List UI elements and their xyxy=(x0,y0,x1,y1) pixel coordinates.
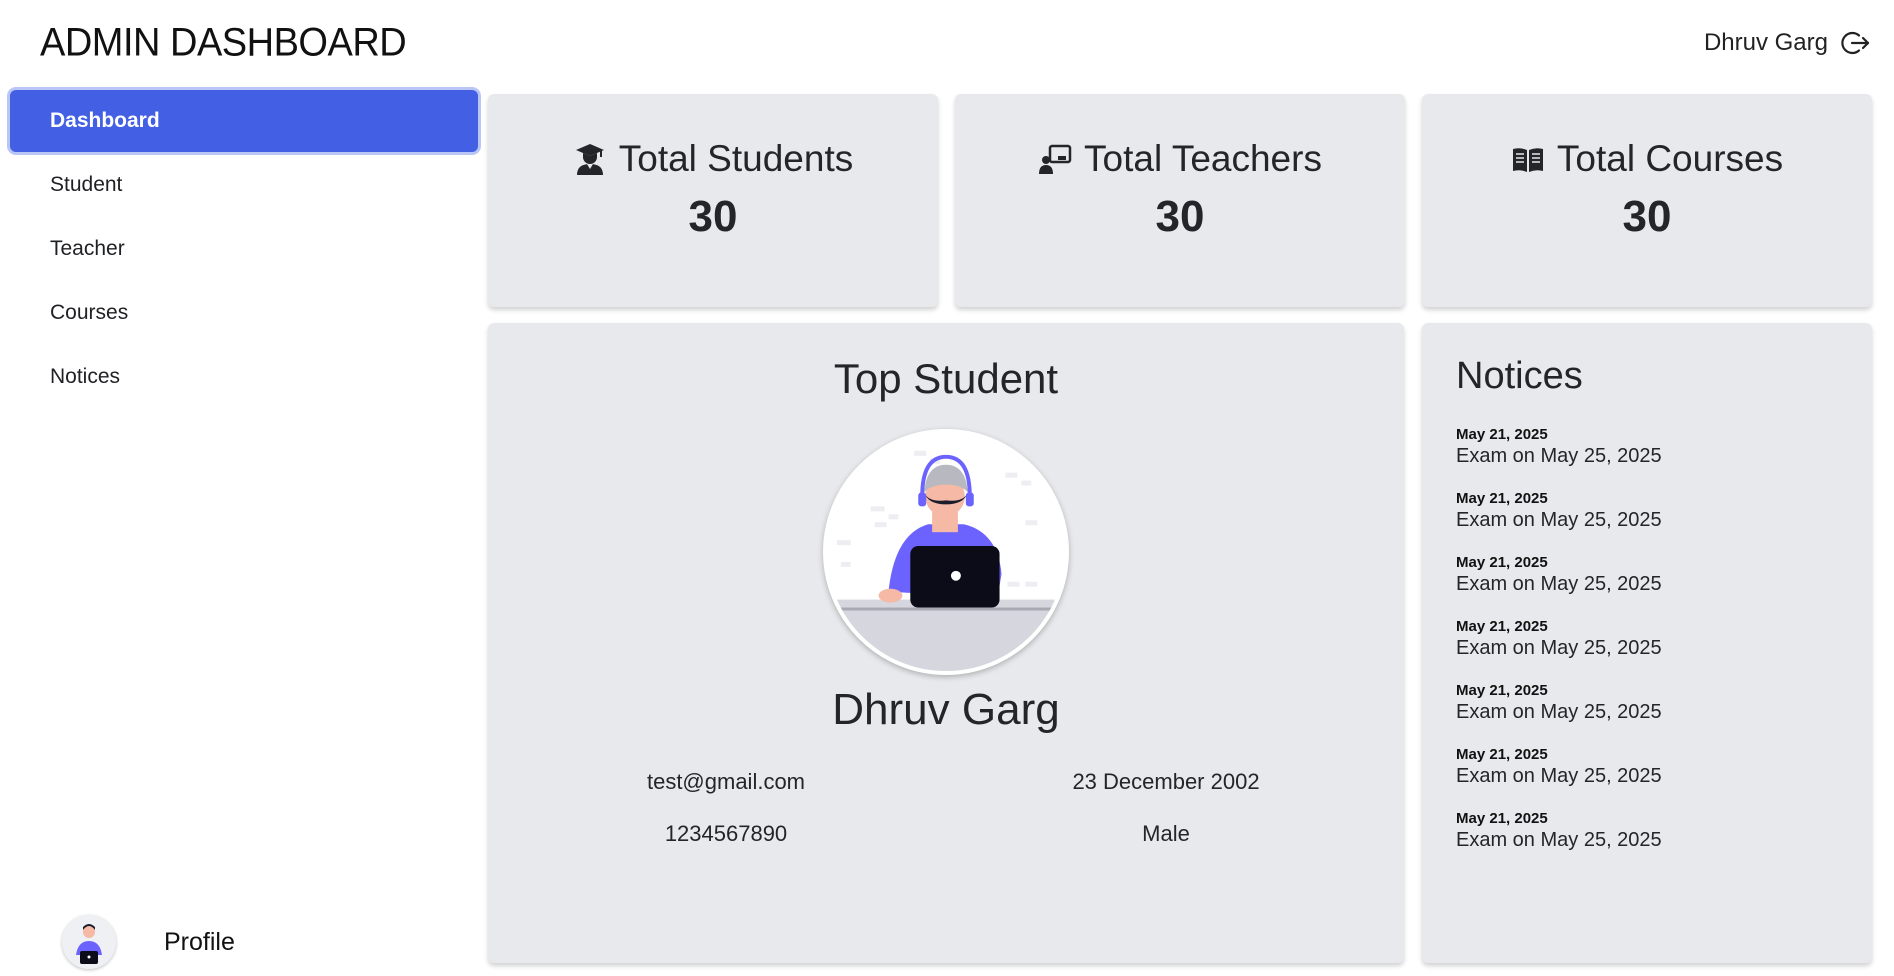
notice-item: May 21, 2025 Exam on May 25, 2025 xyxy=(1456,682,1872,724)
logout-icon[interactable] xyxy=(1840,28,1870,58)
user-name: Dhruv Garg xyxy=(1703,29,1828,56)
user-menu: Dhruv Garg xyxy=(1704,28,1870,58)
notice-date: May 21, 2025 xyxy=(1456,810,1548,827)
stat-value: 30 xyxy=(688,192,738,241)
student-gender: Male xyxy=(1142,821,1190,846)
notice-date: May 21, 2025 xyxy=(1456,682,1548,699)
student-phone: 1234567890 xyxy=(664,821,788,846)
stat-value: 30 xyxy=(1622,192,1672,241)
app-title: ADMIN DASHBOARD xyxy=(40,20,407,66)
sidebar-item-teacher[interactable]: Teacher xyxy=(10,218,478,280)
student-dob: 23 December 2002 xyxy=(1072,769,1260,794)
sidebar-item-student[interactable]: Student xyxy=(10,154,478,216)
notice-date: May 21, 2025 xyxy=(1456,490,1548,507)
notice-item: May 21, 2025 Exam on May 25, 2025 xyxy=(1456,426,1872,468)
stat-title: Total Students xyxy=(618,138,854,179)
sidebar: Dashboard Student Teacher Courses Notice… xyxy=(10,90,478,410)
profile-label: Profile xyxy=(164,927,235,956)
notices-card: Notices May 21, 2025 Exam on May 25, 202… xyxy=(1422,323,1872,963)
teacher-board-icon xyxy=(1039,144,1072,174)
notice-text: Exam on May 25, 2025 xyxy=(1456,701,1662,723)
notices-heading: Notices xyxy=(1456,355,1583,397)
notice-text: Exam on May 25, 2025 xyxy=(1456,509,1662,531)
notice-item: May 21, 2025 Exam on May 25, 2025 xyxy=(1456,490,1872,532)
notices-list: May 21, 2025 Exam on May 25, 2025 May 21… xyxy=(1456,426,1872,852)
top-student-info: test@gmail.com 23 December 2002 12345678… xyxy=(506,769,1386,847)
stat-title-row: Total Courses xyxy=(1422,138,1872,180)
stat-card-teachers: Total Teachers 30 xyxy=(955,94,1405,307)
sidebar-item-notices[interactable]: Notices xyxy=(10,346,478,408)
book-icon xyxy=(1512,148,1543,172)
avatar xyxy=(62,915,116,969)
top-student-card: Top Student Dhruv Garg test@gmail.com 23… xyxy=(488,323,1404,963)
notice-text: Exam on May 25, 2025 xyxy=(1456,573,1662,595)
stat-title: Total Courses xyxy=(1556,138,1784,179)
top-student-heading: Top Student xyxy=(833,355,1059,402)
notice-item: May 21, 2025 Exam on May 25, 2025 xyxy=(1456,746,1872,788)
notice-date: May 21, 2025 xyxy=(1456,426,1548,443)
stat-title-row: Total Students xyxy=(488,138,938,180)
stat-value: 30 xyxy=(1155,192,1205,241)
top-student-name: Dhruv Garg xyxy=(832,685,1060,734)
sidebar-item-dashboard[interactable]: Dashboard xyxy=(10,90,478,152)
notice-text: Exam on May 25, 2025 xyxy=(1456,637,1662,659)
stat-title: Total Teachers xyxy=(1084,138,1322,179)
notice-item: May 21, 2025 Exam on May 25, 2025 xyxy=(1456,618,1872,660)
notice-date: May 21, 2025 xyxy=(1456,618,1548,635)
stat-card-courses: Total Courses 30 xyxy=(1422,94,1872,307)
notice-date: May 21, 2025 xyxy=(1456,746,1548,763)
notice-text: Exam on May 25, 2025 xyxy=(1456,765,1662,787)
notice-item: May 21, 2025 Exam on May 25, 2025 xyxy=(1456,810,1872,852)
top-student-avatar xyxy=(823,429,1069,675)
graduate-icon xyxy=(575,144,604,175)
notice-text: Exam on May 25, 2025 xyxy=(1456,829,1662,851)
stat-card-students: Total Students 30 xyxy=(488,94,938,307)
stat-title-row: Total Teachers xyxy=(955,138,1405,180)
notice-text: Exam on May 25, 2025 xyxy=(1456,445,1662,467)
sidebar-item-courses[interactable]: Courses xyxy=(10,282,478,344)
notice-date: May 21, 2025 xyxy=(1456,554,1548,571)
notice-item: May 21, 2025 Exam on May 25, 2025 xyxy=(1456,554,1872,596)
profile-link[interactable]: Profile xyxy=(62,915,235,969)
student-email: test@gmail.com xyxy=(646,769,806,794)
